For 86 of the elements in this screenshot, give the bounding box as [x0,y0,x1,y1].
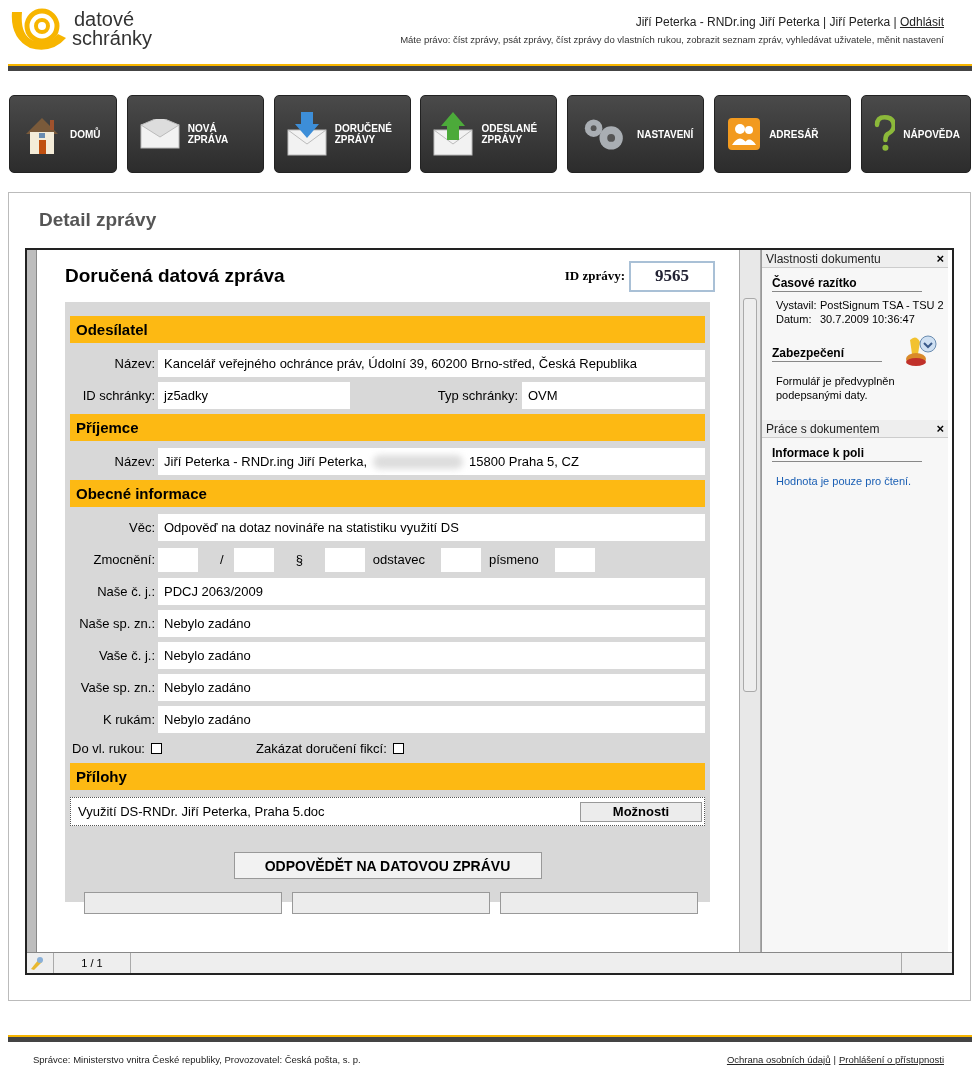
info-text: Hodnota je pouze pro čtení. [776,474,913,488]
reply-button[interactable]: ODPOVĚDĚT NA DATOVOU ZPRÁVU [233,852,542,879]
text-field[interactable]: Nebylo zadáno [158,674,705,701]
text-field[interactable] [324,547,365,572]
footer-link[interactable]: Ochrana osobních údajů [726,1054,831,1065]
contacts-icon [727,117,762,151]
envelope-down-arrow-icon [286,112,327,156]
field-label: Vaše č. j.: [97,648,156,663]
button[interactable] [500,892,698,914]
text-field[interactable]: OVM [522,382,705,409]
attachment-row[interactable]: Využití DS-RNDr. Jiří Peterka, Praha 5.doc Možnosti [70,797,705,826]
text-field[interactable] [158,547,198,572]
field-label: Typ schránky: [436,388,519,403]
field-label: Název: [113,356,156,371]
footer-text: Správce: Ministerstvo vnitra České republiky, Provozovatel: Česká pošta, s. p. [33,1054,361,1065]
panel-title: Vlastnosti dokumentu [766,251,881,266]
checkbox[interactable] [151,742,162,754]
panel-text: Formulář je předvyplněn podepsanými daty. [776,374,896,402]
block-heading: Informace k poli [772,446,922,462]
block-heading: Časové razítko [772,276,922,292]
field-label: § [294,552,304,567]
text-field[interactable] [554,547,595,572]
logout-link[interactable]: Odhlásit [899,15,944,29]
property-label: Vystavil: [776,298,818,312]
property-value: PostSignum TSA - TSU 2 [820,299,944,311]
text-field[interactable]: PDCJ 2063/2009 [158,578,705,605]
nav-button[interactable]: ADRESÁŘ [714,95,852,173]
field-label: Název: [113,454,156,469]
field-label: Naše č. j.: [96,584,156,599]
attachment-name: Využití DS-RNDr. Jiří Peterka, Praha 5.doc [78,804,325,819]
page-title: Detail zprávy [39,209,158,231]
options-button[interactable]: Možnosti [580,801,702,822]
page-counter: 1 / 1 [53,953,131,973]
field-label: / [219,552,225,567]
scrollbar[interactable] [739,250,761,952]
checkbox-label: Zakázat doručení fikcí: [255,740,388,756]
field-label: odstavec [371,552,426,567]
close-button[interactable]: × [936,421,944,436]
field-label: Naše sp. zn.: [78,616,156,631]
checkbox[interactable] [392,742,404,754]
field-label: Zmocnění: [92,552,156,567]
footer-link[interactable]: Prohlášení o přístupnosti [838,1054,944,1065]
nav-button[interactable]: NÁPOVĚDA [860,95,971,173]
separator: | [833,1054,836,1065]
property-label: Datum: [776,312,813,326]
field-label: K rukám: [102,712,156,727]
close-button[interactable]: × [936,251,944,266]
text-field[interactable]: Nebylo zadáno [158,642,705,669]
field-label: ID schránky: [81,388,156,403]
text-field[interactable]: Nebylo zadáno [158,610,705,637]
field-label: písmeno [487,552,540,567]
nav-button[interactable]: DORUČENÉ ZPRÁVY [273,95,411,173]
field-label: Věc: [128,520,156,535]
block-heading: Zabezpečení [772,346,882,362]
stamp-icon [904,334,938,368]
logo-text: datové [73,10,136,29]
checkbox-label: Do vl. rukou: [71,740,146,756]
text-field[interactable]: Nebylo zadáno [158,706,705,733]
section-header: Příjemce [70,414,705,441]
rights-text: Máte právo: číst zprávy, psát zprávy, číst zprávy do vlastních rukou, zobrazit seznam zpráv, vyhledávat uživatele, měnit nastavení [400,34,944,45]
nav-button[interactable]: NOVÁ ZPRÁVA [126,95,264,173]
id-field: 9565 [629,260,715,292]
text-field[interactable]: jz5adky [158,382,350,409]
button[interactable] [84,892,282,914]
panel-title: Práce s dokumentem [766,421,880,436]
nav-button[interactable]: ODESLANÉ ZPRÁVY [420,95,558,173]
logo-text: schránky [72,29,153,48]
button[interactable] [292,892,490,914]
document-title: Doručená datová zpráva [65,265,286,287]
nav-button[interactable]: NASTAVENÍ [567,95,705,173]
pen-icon [29,955,45,971]
envelope-up-arrow-icon [433,112,474,156]
field-label: Vaše sp. zn.: [79,680,156,695]
section-header: Odesílatel [70,316,705,343]
text-field[interactable]: Odpověď na dotaz novináře na statistiku využití DS [158,514,705,541]
user-name: Jiří Peterka - RNDr.ing Jiří Peterka | Jiří Peterka | [635,15,897,29]
envelope-icon [139,119,180,149]
section-header: Přílohy [70,763,705,790]
text-field[interactable] [233,547,274,572]
nav-button[interactable]: DOMŮ [9,95,117,173]
text-field[interactable]: Jiří Peterka - RNDr.ing Jiří Peterka, 15800 Praha 5, CZ [158,448,705,475]
property-value: 30.7.2009 10:36:47 [820,313,915,325]
section-header: Obecné informace [70,480,705,507]
text-field[interactable]: Kancelář veřejného ochránce práv, Údolní 39, 60200 Brno-střed, Česká Republika [158,350,705,377]
id-label: ID zprávy: [564,268,625,284]
text-field[interactable] [440,547,481,572]
